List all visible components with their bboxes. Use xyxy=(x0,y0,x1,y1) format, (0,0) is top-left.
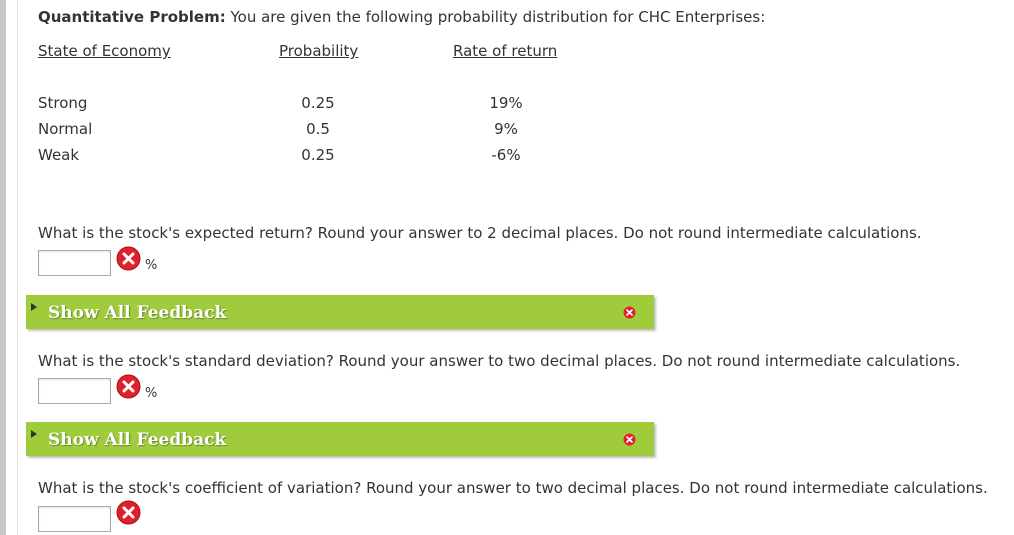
table-row-probability: 0.25 xyxy=(301,94,335,112)
header-state-of-economy: State of Economy xyxy=(38,42,171,60)
left-border xyxy=(0,0,6,535)
table-row-state: Normal xyxy=(38,120,93,138)
expected-return-input[interactable] xyxy=(38,250,111,276)
table-row-state: Strong xyxy=(38,94,88,112)
percent-unit: % xyxy=(145,258,158,273)
table-row-return: 19% xyxy=(489,94,523,112)
table-row-probability: 0.5 xyxy=(306,120,330,138)
show-all-feedback-label[interactable]: Show All Feedback xyxy=(48,430,226,450)
close-icon[interactable] xyxy=(623,433,636,446)
triangle-right-icon xyxy=(31,303,37,311)
x-circle-icon xyxy=(116,246,141,271)
percent-unit: % xyxy=(145,386,158,401)
triangle-right-icon xyxy=(31,430,37,438)
table-row-state: Weak xyxy=(38,146,80,164)
x-circle-icon xyxy=(116,500,141,525)
question-coefficient-of-variation: What is the stock's coefficient of varia… xyxy=(38,479,988,497)
header-rate-of-return: Rate of return xyxy=(453,42,558,60)
problem-title: Quantitative Problem: You are given the … xyxy=(38,8,765,26)
question-standard-deviation: What is the stock's standard deviation? … xyxy=(38,352,961,370)
header-probability: Probability xyxy=(279,42,359,60)
left-divider xyxy=(17,0,18,535)
table-row-return: -6% xyxy=(491,146,521,164)
show-all-feedback-bar[interactable]: Show All Feedback xyxy=(26,295,654,329)
problem-title-bold: Quantitative Problem: xyxy=(38,8,226,26)
standard-deviation-input[interactable] xyxy=(38,378,111,404)
show-all-feedback-bar[interactable]: Show All Feedback xyxy=(26,422,654,456)
table-row-probability: 0.25 xyxy=(301,146,335,164)
x-circle-icon xyxy=(116,374,141,399)
coefficient-of-variation-input[interactable] xyxy=(38,506,111,532)
problem-title-text: You are given the following probability … xyxy=(225,8,766,26)
question-expected-return: What is the stock's expected return? Rou… xyxy=(38,224,922,242)
table-row-return: 9% xyxy=(494,120,518,138)
show-all-feedback-label[interactable]: Show All Feedback xyxy=(48,303,226,323)
close-icon[interactable] xyxy=(623,306,636,319)
